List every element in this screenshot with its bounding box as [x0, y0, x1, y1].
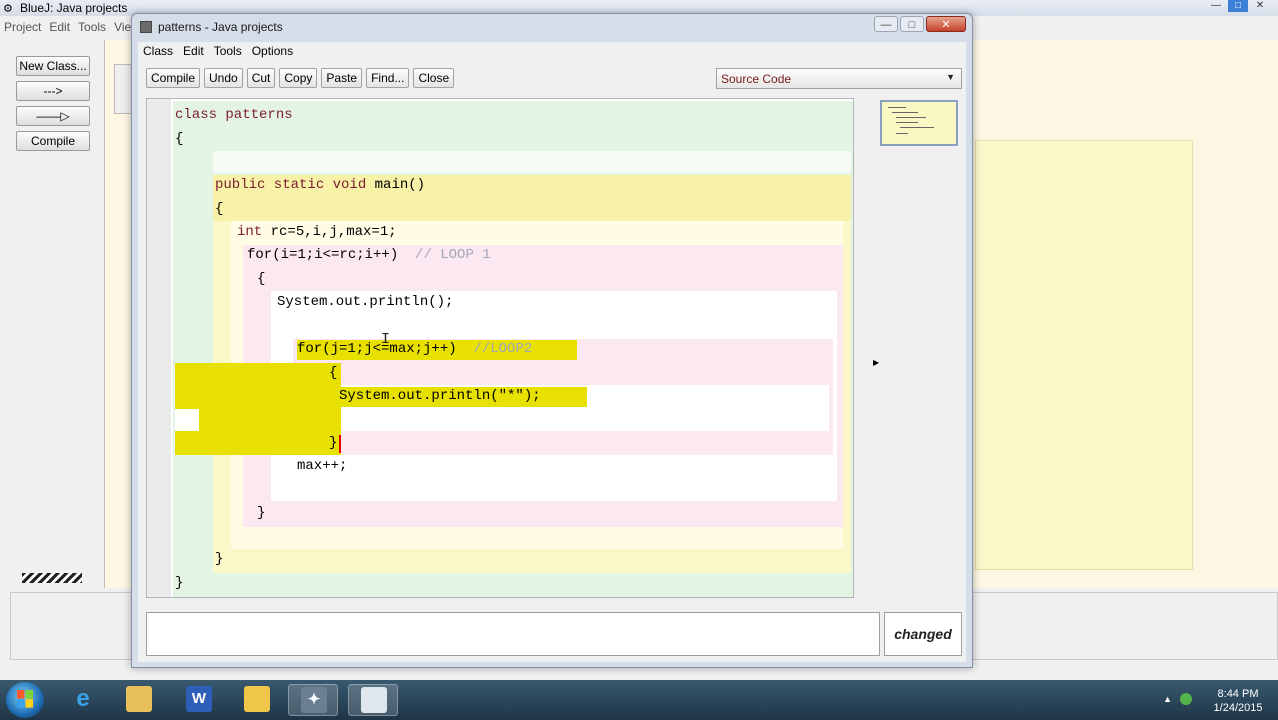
bluej-app-icon: ⚙ — [3, 3, 13, 15]
editor-window: patterns - Java projects — □ ✕ Class Edi… — [131, 13, 973, 668]
close-button[interactable]: Close — [413, 68, 455, 88]
status-message-field — [146, 612, 880, 656]
menu-project[interactable]: Project — [4, 20, 41, 38]
editor-titlebar[interactable]: patterns - Java projects — □ ✕ — [132, 14, 972, 40]
windows-logo-icon — [17, 690, 33, 708]
menu-edit[interactable]: Edit — [49, 20, 70, 38]
inherits-arrow-button[interactable]: ——▷ — [16, 106, 90, 126]
taskbar-internet-explorer[interactable]: e — [58, 684, 108, 716]
taskbar-folder[interactable] — [232, 684, 282, 716]
save-state-label: changed — [884, 612, 962, 656]
folder-icon — [126, 686, 152, 712]
code-line-increment: max++; — [297, 458, 348, 474]
code-line-brace: } — [215, 551, 224, 567]
selection-gap — [175, 409, 199, 431]
taskbar-explorer[interactable] — [114, 684, 164, 716]
clock-date: 1/24/2015 — [1213, 702, 1263, 714]
code-line-outer-for: for(i=1;i<=rc;i++) // LOOP 1 — [247, 247, 491, 263]
editor-maximize-icon[interactable]: □ — [900, 16, 924, 32]
window-icon — [361, 687, 387, 713]
java-class-icon — [140, 21, 152, 33]
code-line-inner-for: for(j=1;j<=max;j++) //LOOP2 — [297, 341, 533, 357]
menu-options[interactable]: Options — [247, 42, 298, 60]
taskbar-bluej[interactable]: ✦ — [288, 684, 338, 716]
minimize-icon[interactable]: — — [1206, 0, 1226, 12]
line-gutter[interactable] — [147, 99, 171, 597]
menu-class[interactable]: Class — [138, 42, 178, 60]
panel-toggle-arrow-icon[interactable]: ▶ — [873, 358, 879, 367]
code-line-declaration: int rc=5,i,j,max=1; — [237, 224, 397, 240]
bluej-main-title: BlueJ: Java projects — [20, 1, 128, 15]
internet-explorer-icon: e — [76, 685, 90, 712]
code-line-class: class patterns — [175, 107, 293, 123]
maximize-icon[interactable]: □ — [1228, 0, 1248, 12]
network-icon[interactable] — [1180, 693, 1192, 705]
menu-tools[interactable]: Tools — [209, 42, 247, 60]
class-box[interactable] — [975, 140, 1193, 570]
mouse-ibeam-icon: I — [381, 331, 391, 348]
editor-close-icon[interactable]: ✕ — [926, 16, 966, 32]
navigation-thumbnail[interactable] — [880, 100, 958, 146]
machine-activity-indicator — [22, 573, 82, 583]
word-icon: W — [186, 686, 212, 712]
code-line-brace: { — [329, 365, 338, 381]
main-compile-button[interactable]: Compile — [16, 131, 90, 151]
copy-button[interactable]: Copy — [279, 68, 318, 88]
find-button[interactable]: Find... — [366, 68, 410, 88]
code-editor[interactable]: class patterns { public static void main… — [146, 98, 854, 598]
code-line-println: System.out.println(); — [277, 294, 454, 310]
code-line-brace: } — [175, 575, 184, 591]
code-line-brace: { — [215, 201, 224, 217]
editor-menubar: Class Edit Tools Options — [138, 42, 298, 60]
close-icon[interactable]: ✕ — [1250, 0, 1270, 12]
editor-body: Class Edit Tools Options Compile Undo Cu… — [138, 42, 966, 662]
cut-button[interactable]: Cut — [246, 68, 276, 88]
taskbar-app[interactable] — [348, 684, 398, 716]
code-line-println-star: System.out.println("*"); — [339, 388, 541, 404]
chevron-down-icon: ▼ — [946, 72, 955, 82]
code-line-brace: { — [175, 131, 184, 147]
code-line-main: public static void main() — [215, 177, 426, 193]
menu-edit[interactable]: Edit — [178, 42, 209, 60]
editor-toolbar: Compile Undo Cut Copy Paste Find... Clos… — [146, 68, 455, 88]
menu-tools[interactable]: Tools — [78, 20, 106, 38]
view-select[interactable]: Source Code ▼ — [716, 68, 962, 89]
bluej-main-menubar: Project Edit Tools View — [0, 20, 140, 38]
new-class-button[interactable]: New Class... — [16, 56, 90, 76]
code-line-brace: { — [257, 271, 266, 287]
clock-time: 8:44 PM — [1217, 688, 1259, 700]
code-line-brace: } — [257, 505, 266, 521]
windows-taskbar: e W ✦ ▲ 8:44 PM 1/24/2015 — [0, 680, 1278, 720]
show-hidden-icons-icon[interactable]: ▲ — [1163, 694, 1172, 704]
compile-button[interactable]: Compile — [146, 68, 201, 88]
start-button[interactable] — [6, 682, 44, 718]
undo-button[interactable]: Undo — [204, 68, 243, 88]
navigation-panel — [862, 98, 966, 598]
folder-yellow-icon — [244, 686, 270, 712]
uses-arrow-button[interactable]: ---> — [16, 81, 90, 101]
editor-title: patterns - Java projects — [158, 20, 283, 34]
taskbar-word[interactable]: W — [174, 684, 224, 716]
class-body-gap — [213, 151, 851, 173]
editor-minimize-icon[interactable]: — — [874, 16, 898, 32]
system-clock[interactable]: 8:44 PM 1/24/2015 — [1208, 687, 1268, 715]
code-line-brace: } — [329, 435, 338, 451]
bluej-bird-icon: ✦ — [301, 687, 327, 713]
view-select-value: Source Code — [721, 72, 792, 86]
selection-block-left — [175, 363, 341, 455]
text-caret — [339, 435, 341, 453]
paste-button[interactable]: Paste — [321, 68, 363, 88]
